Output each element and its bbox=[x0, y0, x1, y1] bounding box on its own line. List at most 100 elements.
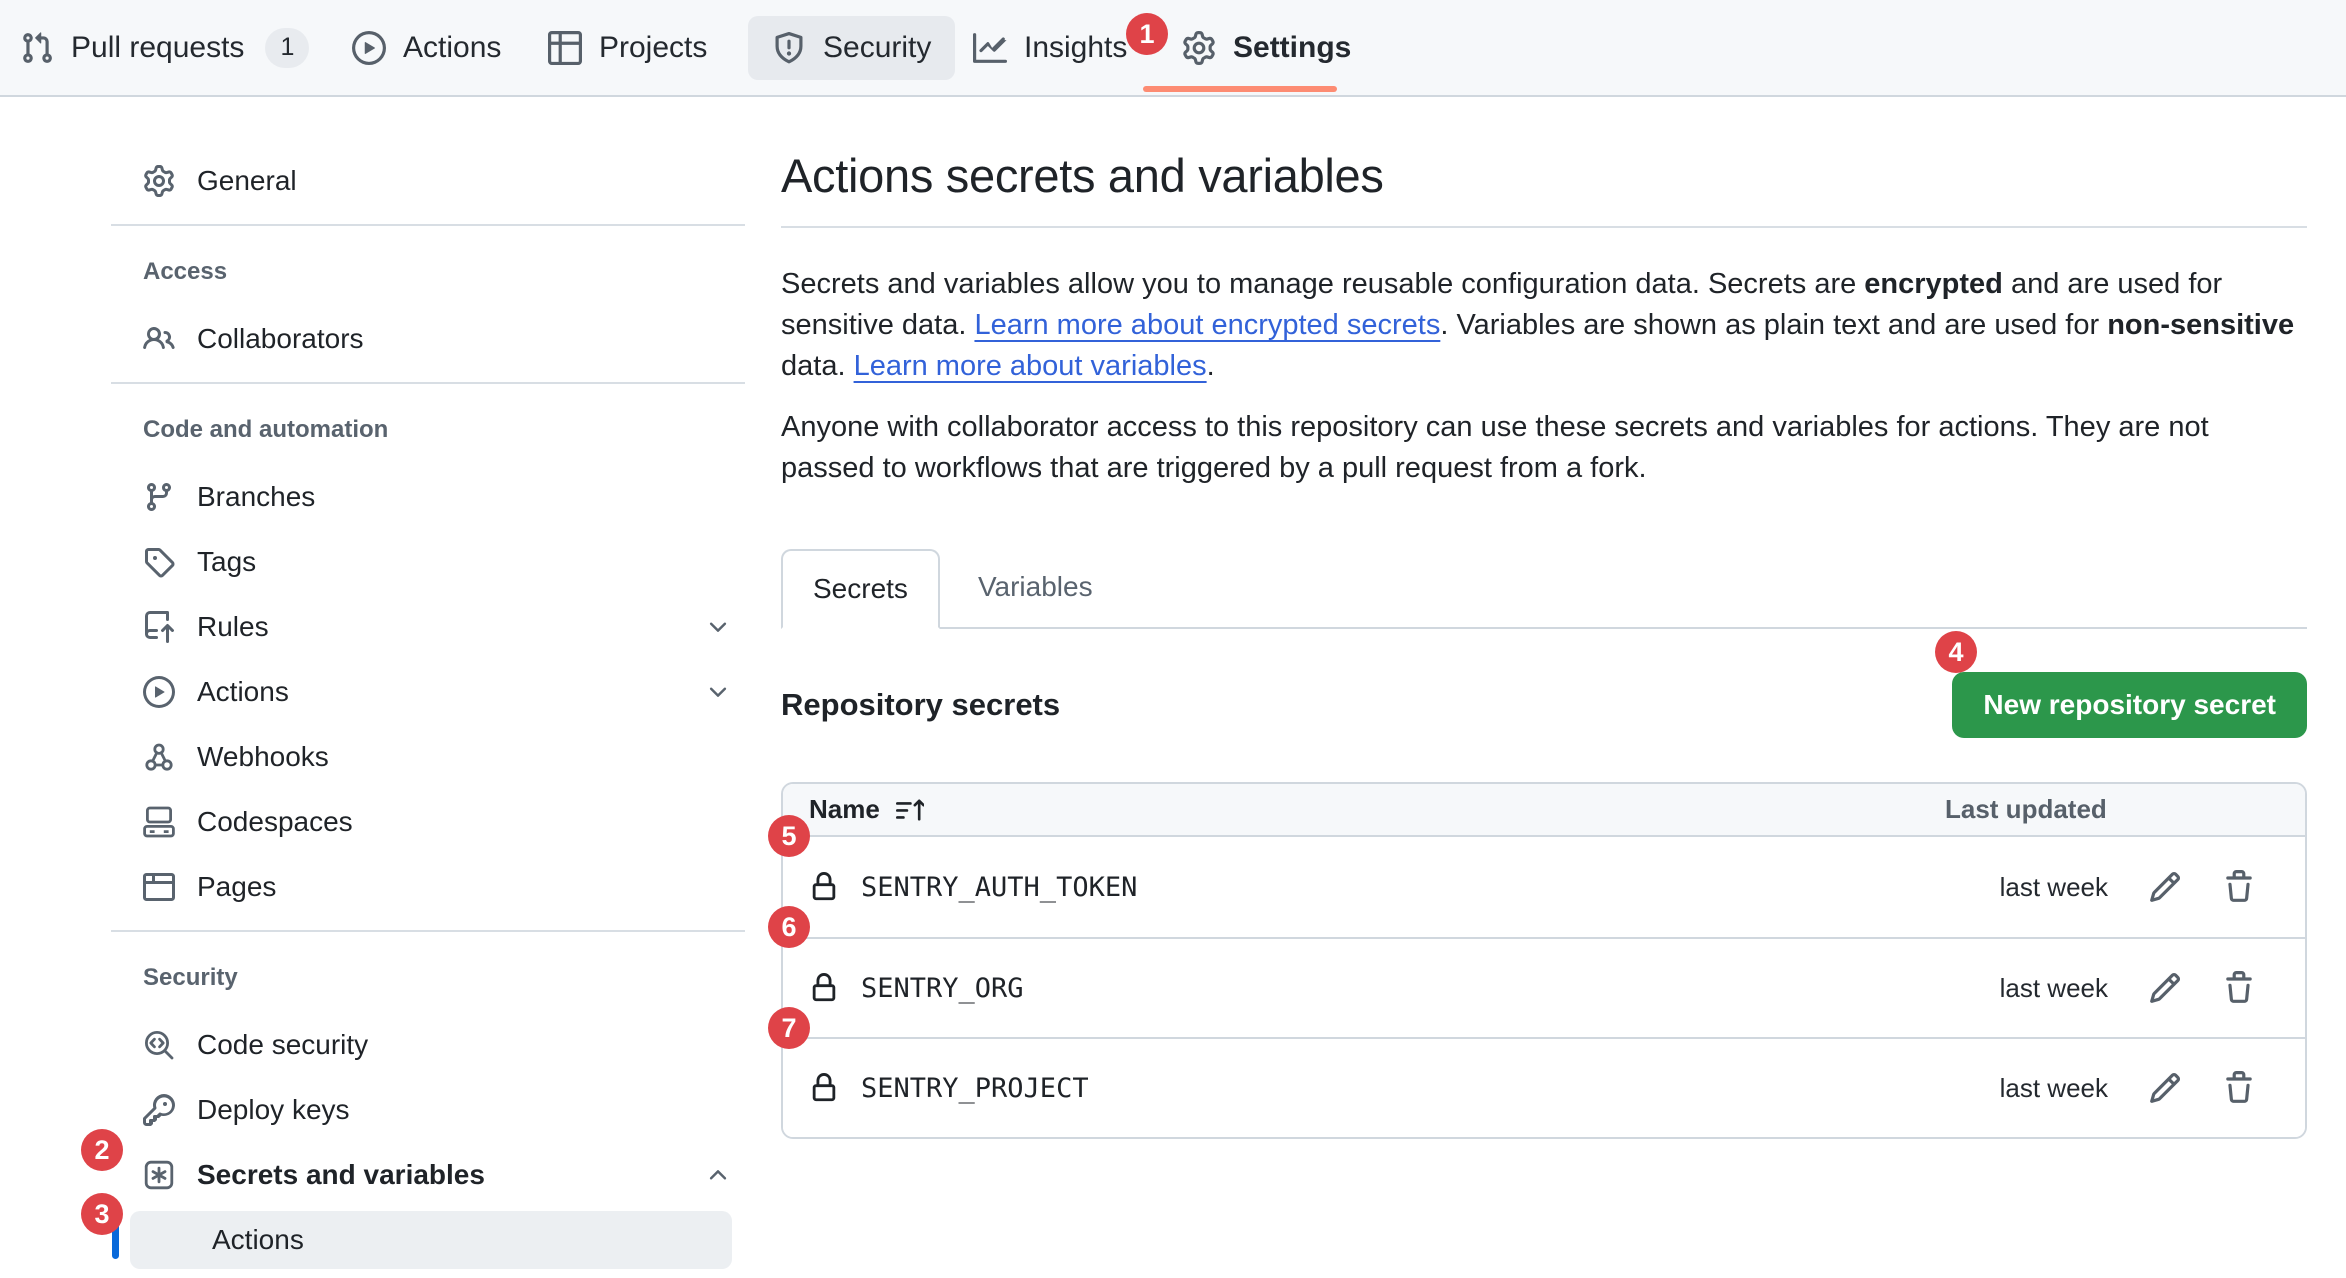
learn-more-variables-link[interactable]: Learn more about variables bbox=[854, 350, 1207, 382]
repo-tab-settings[interactable]: Settings bbox=[1182, 0, 1351, 95]
lock-icon-wrap bbox=[809, 1073, 839, 1103]
play-icon bbox=[143, 676, 175, 708]
delete-secret-button[interactable] bbox=[2222, 870, 2256, 904]
repo-tab-pull-requests[interactable]: Pull requests1 bbox=[20, 0, 309, 95]
edit-secret-button[interactable] bbox=[2148, 870, 2182, 904]
code-scan-icon-wrap bbox=[143, 1029, 175, 1061]
repo-tab-label: Settings bbox=[1233, 31, 1351, 65]
sidebar-item-rules[interactable]: Rules bbox=[111, 598, 745, 656]
sidebar-item-deploy-keys[interactable]: Deploy keys bbox=[111, 1081, 745, 1139]
shield-icon bbox=[772, 31, 806, 65]
git-pull-request-icon-wrap bbox=[20, 31, 54, 65]
browser-icon-wrap bbox=[143, 871, 175, 903]
sidebar-item-label: Branches bbox=[197, 481, 315, 513]
table-icon bbox=[548, 31, 582, 65]
annotation-badge-4: 4 bbox=[1935, 631, 1977, 673]
sidebar-divider bbox=[111, 224, 745, 226]
title-divider bbox=[781, 226, 2307, 228]
sidebar-item-actions-sub[interactable]: Actions bbox=[130, 1211, 732, 1269]
play-icon bbox=[352, 31, 386, 65]
secret-last-updated: last week bbox=[1945, 973, 2108, 1004]
secret-name: SENTRY_AUTH_TOKEN bbox=[861, 872, 1137, 903]
graph-icon bbox=[973, 31, 1007, 65]
repository-secrets-table: Name Last updated SENTRY_AUTH_TOKENlast … bbox=[781, 782, 2307, 1139]
repo-tab-insights[interactable]: Insights bbox=[973, 0, 1127, 95]
repo-tab-actions[interactable]: Actions bbox=[352, 0, 501, 95]
name-column-label: Name bbox=[809, 794, 880, 825]
table-icon-wrap bbox=[548, 31, 582, 65]
column-header-name: Name bbox=[809, 794, 924, 825]
sidebar-item-pages[interactable]: Pages bbox=[111, 858, 745, 916]
intro-paragraph-1: Secrets and variables allow you to manag… bbox=[781, 264, 2307, 387]
tag-icon-wrap bbox=[143, 546, 175, 578]
pencil-icon bbox=[2148, 971, 2182, 1005]
chevron-down-icon-wrap bbox=[705, 614, 731, 640]
key-icon-wrap bbox=[143, 1094, 175, 1126]
annotation-badge-2: 2 bbox=[81, 1129, 123, 1171]
trash-icon bbox=[2222, 1071, 2256, 1105]
sidebar-item-label: Collaborators bbox=[197, 323, 364, 355]
repo-tab-label: Projects bbox=[599, 31, 707, 65]
chevron-up-icon bbox=[705, 1162, 731, 1188]
sidebar-item-label: Tags bbox=[197, 546, 256, 578]
pencil-icon bbox=[2148, 1071, 2182, 1105]
delete-secret-button[interactable] bbox=[2222, 971, 2256, 1005]
gear-icon-wrap bbox=[143, 165, 175, 197]
repo-tab-projects[interactable]: Projects bbox=[548, 0, 707, 95]
intro-text: . bbox=[1207, 350, 1215, 382]
browser-icon bbox=[143, 871, 175, 903]
pencil-icon bbox=[2148, 870, 2182, 904]
annotation-badge-3: 3 bbox=[81, 1193, 123, 1235]
tab-secrets[interactable]: Secrets bbox=[781, 549, 940, 629]
sidebar-item-label: General bbox=[197, 165, 297, 197]
repository-secrets-heading: Repository secrets bbox=[781, 687, 1060, 723]
sort-ascending-control[interactable] bbox=[896, 796, 924, 824]
lock-icon bbox=[809, 872, 839, 902]
play-icon-wrap bbox=[143, 676, 175, 708]
repo-tab-label: Pull requests bbox=[71, 31, 244, 65]
shield-icon-wrap bbox=[772, 31, 806, 65]
repo-tab-security[interactable]: Security bbox=[748, 16, 955, 80]
settings-sidebar: GeneralAccessCollaboratorsCode and autom… bbox=[111, 152, 745, 1276]
edit-secret-button[interactable] bbox=[2148, 1071, 2182, 1105]
lock-icon bbox=[809, 1073, 839, 1103]
secrets-variables-tabnav: Secrets Variables bbox=[781, 547, 2307, 629]
new-repository-secret-button[interactable]: New repository secret bbox=[1952, 672, 2307, 738]
sidebar-item-actions[interactable]: Actions bbox=[111, 663, 745, 721]
intro-text: . Variables are shown as plain text and … bbox=[1440, 309, 2107, 341]
secret-row-sentry_auth_token: SENTRY_AUTH_TOKEN last week bbox=[783, 837, 2305, 937]
table-header-row: Name Last updated bbox=[783, 784, 2305, 837]
codespaces-icon bbox=[143, 806, 175, 838]
sidebar-item-collaborators[interactable]: Collaborators bbox=[111, 310, 745, 368]
secret-last-updated: last week bbox=[1945, 1073, 2108, 1104]
edit-secret-button[interactable] bbox=[2148, 971, 2182, 1005]
sidebar-item-branches[interactable]: Branches bbox=[111, 468, 745, 526]
learn-more-encrypted-secrets-link[interactable]: Learn more about encrypted secrets bbox=[974, 309, 1440, 341]
sidebar-item-label: Actions bbox=[197, 676, 289, 708]
lock-icon-wrap bbox=[809, 872, 839, 902]
sidebar-section-header-access: Access bbox=[111, 252, 745, 292]
graph-icon-wrap bbox=[973, 31, 1007, 65]
annotation-badge-7: 7 bbox=[768, 1007, 810, 1049]
tab-variables[interactable]: Variables bbox=[940, 547, 1131, 627]
sidebar-item-webhooks[interactable]: Webhooks bbox=[111, 728, 745, 786]
chevron-up-icon-wrap bbox=[705, 1162, 731, 1188]
sidebar-item-codespaces[interactable]: Codespaces bbox=[111, 793, 745, 851]
repo-tab-bar: Pull requests1 Actions Projects Security Ins… bbox=[0, 0, 2346, 97]
sidebar-item-secrets-and-variables[interactable]: Secrets and variables bbox=[111, 1146, 745, 1204]
intro-text: data. bbox=[781, 350, 854, 382]
sidebar-item-tags[interactable]: Tags bbox=[111, 533, 745, 591]
sidebar-item-general[interactable]: General bbox=[111, 152, 745, 210]
repo-push-icon-wrap bbox=[143, 611, 175, 643]
delete-secret-button[interactable] bbox=[2222, 1071, 2256, 1105]
tab-variables-label: Variables bbox=[978, 571, 1093, 603]
gear-icon bbox=[1182, 31, 1216, 65]
intro-bold-text: non-sensitive bbox=[2107, 309, 2294, 341]
chevron-down-icon bbox=[705, 679, 731, 705]
repo-tab-label: Security bbox=[823, 31, 931, 65]
lock-icon-wrap bbox=[809, 973, 839, 1003]
sidebar-item-code-security[interactable]: Code security bbox=[111, 1016, 745, 1074]
repo-tab-label: Actions bbox=[403, 31, 501, 65]
annotation-badge-6: 6 bbox=[768, 906, 810, 948]
secret-last-updated: last week bbox=[1945, 872, 2108, 903]
